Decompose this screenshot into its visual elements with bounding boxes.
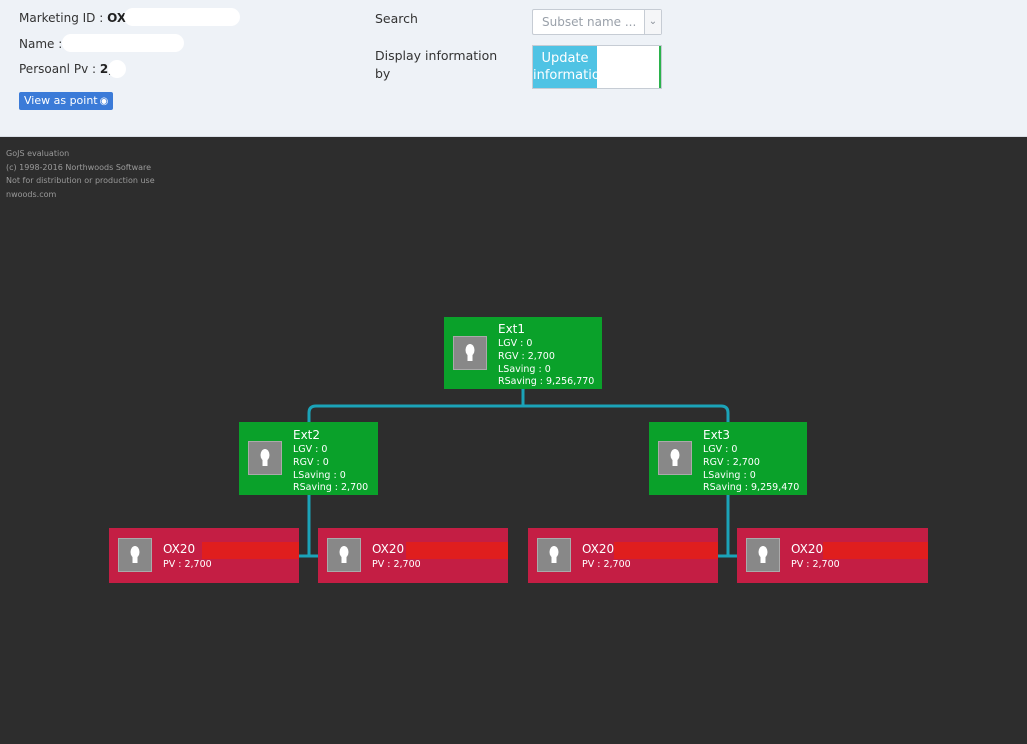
marketing-id-label: Marketing ID :: [19, 11, 108, 25]
link-root-right: [521, 389, 730, 422]
node-lsaving: LSaving : 0: [293, 470, 346, 481]
avatar-icon: [453, 336, 487, 370]
node-lgv: LGV : 0: [703, 444, 738, 455]
redacted-marketing-id: [124, 8, 240, 26]
tree-node-leaf-2[interactable]: OX20 PV : 2,700: [318, 528, 508, 583]
node-title: OX20: [791, 542, 824, 556]
search-label: Search: [375, 11, 418, 26]
marketing-id-field: Marketing ID : OX2: [19, 11, 134, 25]
node-title: OX20: [372, 542, 405, 556]
name-field: Name :: [19, 37, 62, 51]
avatar-icon: [248, 441, 282, 475]
link-root-left: [307, 389, 525, 422]
node-lsaving: LSaving : 0: [498, 364, 551, 375]
tree-node-ext1[interactable]: Ext1 LGV : 0 RGV : 2,700 LSaving : 0 RSa…: [444, 317, 602, 389]
node-title: OX20: [582, 542, 615, 556]
name-label: Name :: [19, 37, 63, 51]
display-info-label: Display information by: [375, 47, 497, 83]
subset-name-select[interactable]: Subset name ... ⌄: [532, 9, 662, 35]
tree-node-leaf-1[interactable]: OX20 PV : 2,700: [109, 528, 299, 583]
redacted-id: [202, 542, 299, 559]
node-lgv: LGV : 0: [498, 338, 533, 349]
node-pv: PV : 2,700: [582, 559, 631, 570]
tree-node-leaf-3[interactable]: OX20 PV : 2,700: [528, 528, 718, 583]
redacted-id: [406, 542, 508, 559]
link-right-leaf4: [726, 495, 737, 558]
subset-name-placeholder: Subset name ...: [542, 15, 637, 29]
chevron-down-icon[interactable]: ⌄: [644, 10, 661, 34]
diagram-canvas[interactable]: GoJS evaluation (c) 1998-2016 Northwoods…: [0, 138, 1027, 744]
update-label-line-2: informatio: [533, 68, 600, 83]
tree-node-ext3[interactable]: Ext3 LGV : 0 RGV : 2,700 LSaving : 0 RSa…: [649, 422, 807, 495]
avatar-icon: [537, 538, 571, 572]
avatar-icon: [327, 538, 361, 572]
update-label-line-1: Update: [541, 51, 589, 66]
personal-pv-field: Persoanl Pv : 2,7: [19, 62, 121, 76]
view-as-point-button[interactable]: View as point ◉: [19, 92, 114, 110]
redacted-id: [823, 542, 928, 559]
redacted-pv: [108, 60, 126, 78]
redacted-name: [62, 34, 184, 52]
tree-links: [299, 389, 737, 558]
personal-pv-label: Persoanl Pv :: [19, 62, 100, 76]
node-rgv: RGV : 0: [293, 457, 329, 468]
display-info-line-1: Display information: [375, 48, 498, 63]
node-rgv: RGV : 2,700: [498, 351, 555, 362]
node-title: Ext2: [293, 428, 321, 442]
display-info-line-2: by: [375, 66, 391, 81]
node-title: OX20: [163, 542, 196, 556]
tree-node-ext2[interactable]: Ext2 LGV : 0 RGV : 0 LSaving : 0 RSaving…: [239, 422, 378, 495]
view-as-point-label: View as point: [24, 94, 98, 107]
node-pv: PV : 2,700: [163, 559, 212, 570]
node-lgv: LGV : 0: [293, 444, 328, 455]
node-title: Ext1: [498, 322, 526, 336]
avatar-icon: [658, 441, 692, 475]
node-rgv: RGV : 2,700: [703, 457, 760, 468]
update-information-control: Update informatio: [532, 45, 662, 89]
update-information-button[interactable]: Update informatio: [533, 46, 600, 88]
tree-node-leaf-4[interactable]: OX20 PV : 2,700: [737, 528, 928, 583]
node-pv: PV : 2,700: [372, 559, 421, 570]
node-pv: PV : 2,700: [791, 559, 840, 570]
avatar-icon: [746, 538, 780, 572]
header-panel: Marketing ID : OX2 Name : Persoanl Pv : …: [0, 0, 1027, 137]
redacted-id: [614, 542, 718, 559]
node-title: Ext3: [703, 428, 731, 442]
link-left-leaf2: [307, 495, 318, 558]
node-rsaving: RSaving : 2,700: [293, 482, 369, 493]
node-lsaving: LSaving : 0: [703, 470, 756, 481]
node-rsaving: RSaving : 9,256,770: [498, 376, 595, 387]
update-accent-bar: [659, 46, 661, 88]
eye-icon: ◉: [99, 96, 109, 107]
node-rsaving: RSaving : 9,259,470: [703, 482, 800, 493]
avatar-icon: [118, 538, 152, 572]
